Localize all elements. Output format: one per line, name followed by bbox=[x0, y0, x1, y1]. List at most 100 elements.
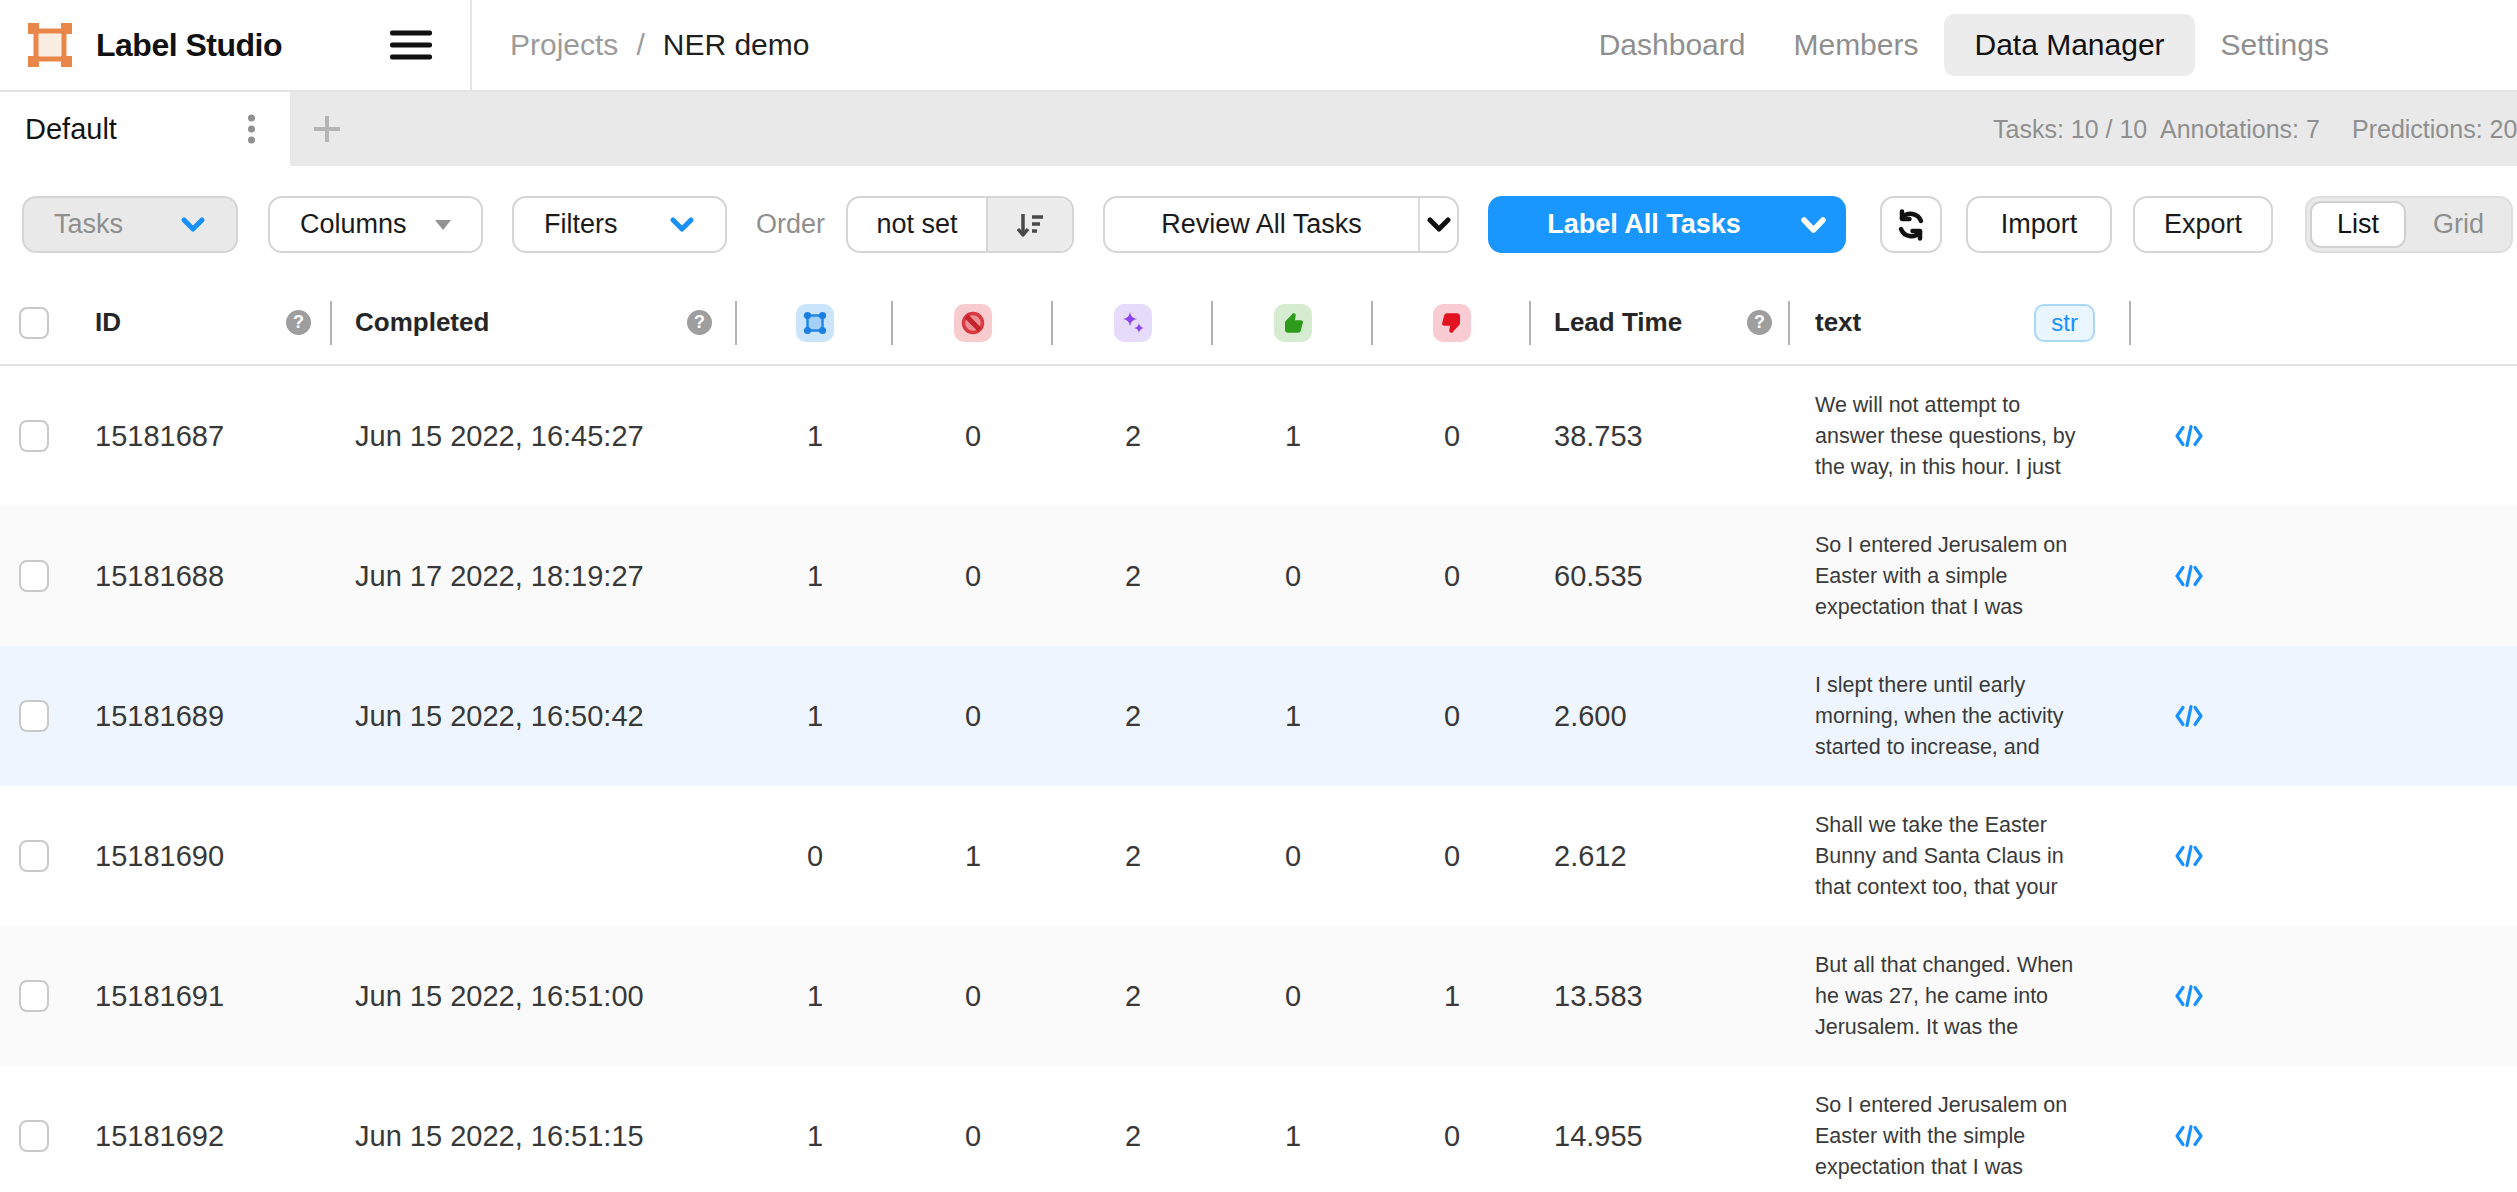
cell-predictions: 2 bbox=[1053, 840, 1213, 873]
source-code-icon[interactable] bbox=[2175, 703, 2203, 729]
filters-dropdown[interactable]: Filters bbox=[512, 196, 727, 253]
cancelled-annotations-icon bbox=[954, 304, 992, 342]
sort-direction-button[interactable] bbox=[986, 198, 1072, 251]
cell-source bbox=[2131, 1123, 2517, 1149]
view-list-button[interactable]: List bbox=[2310, 201, 2406, 248]
cell-rejected: 0 bbox=[1373, 420, 1531, 453]
view-grid-button[interactable]: Grid bbox=[2406, 198, 2511, 251]
row-checkbox[interactable] bbox=[19, 420, 49, 452]
cell-text: Shall we take the Easter Bunny and Santa… bbox=[1790, 810, 2131, 903]
cell-lead-time: 38.753 bbox=[1531, 420, 1790, 453]
stat-tasks: Tasks: 10 / 10 bbox=[1993, 115, 2147, 144]
row-checkbox[interactable] bbox=[19, 560, 49, 592]
cell-source bbox=[2131, 703, 2517, 729]
filters-dropdown-label: Filters bbox=[544, 209, 618, 240]
row-checkbox[interactable] bbox=[19, 840, 49, 872]
nav-data-manager[interactable]: Data Manager bbox=[1944, 14, 2194, 76]
stat-annotations: Annotations: 7 bbox=[2160, 115, 2320, 144]
columns-dropdown-label: Columns bbox=[300, 209, 407, 240]
help-icon[interactable]: ? bbox=[1747, 310, 1772, 335]
thumbs-down-icon bbox=[1433, 304, 1471, 342]
refresh-button[interactable] bbox=[1880, 196, 1942, 253]
cell-rejected: 0 bbox=[1373, 700, 1531, 733]
tab-stats: Tasks: 10 / 10 Annotations: 7 Prediction… bbox=[0, 92, 2517, 166]
label-all-tasks-button[interactable]: Label All Tasks bbox=[1488, 196, 1846, 253]
cell-source bbox=[2131, 843, 2517, 869]
cell-cancelled: 0 bbox=[893, 420, 1053, 453]
column-header-accepted[interactable] bbox=[1213, 281, 1373, 364]
column-header-id[interactable]: ID ? bbox=[70, 281, 332, 364]
export-label: Export bbox=[2164, 209, 2242, 240]
top-header: Label Studio Projects / NER demo Dashboa… bbox=[0, 0, 2517, 92]
nav-settings[interactable]: Settings bbox=[2197, 14, 2353, 76]
project-nav: Dashboard Members Data Manager Settings bbox=[1575, 0, 2353, 90]
chevron-down-icon bbox=[1800, 215, 1827, 235]
cell-annotations: 0 bbox=[737, 840, 893, 873]
table-row[interactable]: 15181688 Jun 17 2022, 18:19:27 1 0 2 0 0… bbox=[0, 506, 2517, 646]
label-studio-app: Label Studio Projects / NER demo Dashboa… bbox=[0, 0, 2517, 1192]
row-checkbox[interactable] bbox=[19, 700, 49, 732]
sort-descending-icon bbox=[1014, 210, 1046, 240]
table-row[interactable]: 15181692 Jun 15 2022, 16:51:15 1 0 2 1 0… bbox=[0, 1066, 2517, 1192]
breadcrumb: Projects / NER demo bbox=[510, 0, 809, 90]
cell-source bbox=[2131, 983, 2517, 1009]
cell-annotations: 1 bbox=[737, 420, 893, 453]
cell-completed: Jun 15 2022, 16:51:00 bbox=[332, 980, 737, 1013]
cell-lead-time: 60.535 bbox=[1531, 560, 1790, 593]
label-all-dropdown-toggle[interactable] bbox=[1800, 196, 1846, 253]
table-header: ID ? Completed ? bbox=[0, 281, 2517, 366]
column-header-lead-time[interactable]: Lead Time ? bbox=[1531, 281, 1790, 364]
thumbs-up-icon bbox=[1274, 304, 1312, 342]
cell-accepted: 0 bbox=[1213, 840, 1373, 873]
cell-cancelled: 0 bbox=[893, 700, 1053, 733]
table-row[interactable]: 15181690 0 1 2 0 0 2.612 Shall we take t… bbox=[0, 786, 2517, 926]
header-divider bbox=[470, 0, 472, 90]
label-studio-logo-icon bbox=[28, 23, 72, 67]
cell-predictions: 2 bbox=[1053, 420, 1213, 453]
order-label: Order bbox=[756, 208, 825, 239]
nav-dashboard[interactable]: Dashboard bbox=[1575, 14, 1770, 76]
cell-lead-time: 14.955 bbox=[1531, 1120, 1790, 1153]
menu-toggle-button[interactable] bbox=[390, 31, 432, 60]
import-label: Import bbox=[2001, 209, 2078, 240]
row-checkbox[interactable] bbox=[19, 980, 49, 1012]
help-icon[interactable]: ? bbox=[286, 310, 311, 335]
cell-lead-time: 13.583 bbox=[1531, 980, 1790, 1013]
column-header-text[interactable]: text str bbox=[1790, 281, 2131, 364]
help-icon[interactable]: ? bbox=[687, 310, 712, 335]
columns-dropdown[interactable]: Columns bbox=[268, 196, 483, 253]
source-code-icon[interactable] bbox=[2175, 423, 2203, 449]
cell-accepted: 1 bbox=[1213, 1120, 1373, 1153]
column-header-cancelled[interactable] bbox=[893, 281, 1053, 364]
source-code-icon[interactable] bbox=[2175, 983, 2203, 1009]
refresh-icon bbox=[1894, 208, 1928, 242]
review-dropdown-toggle[interactable] bbox=[1418, 198, 1457, 251]
cell-annotations: 1 bbox=[737, 1120, 893, 1153]
tasks-dropdown[interactable]: Tasks bbox=[22, 196, 238, 253]
order-dropdown[interactable]: not set bbox=[846, 196, 1074, 253]
table-row[interactable]: 15181689 Jun 15 2022, 16:50:42 1 0 2 1 0… bbox=[0, 646, 2517, 786]
row-checkbox[interactable] bbox=[19, 1120, 49, 1152]
cell-cancelled: 0 bbox=[893, 1120, 1053, 1153]
column-header-annotations[interactable] bbox=[737, 281, 893, 364]
source-code-icon[interactable] bbox=[2175, 1123, 2203, 1149]
review-all-tasks-button[interactable]: Review All Tasks bbox=[1103, 196, 1459, 253]
cell-text: We will not attempt to answer these ques… bbox=[1790, 390, 2131, 483]
column-header-completed[interactable]: Completed ? bbox=[332, 281, 737, 364]
column-header-rejected[interactable] bbox=[1373, 281, 1531, 364]
text-column-label: text bbox=[1815, 307, 1861, 338]
source-code-icon[interactable] bbox=[2175, 843, 2203, 869]
export-button[interactable]: Export bbox=[2133, 196, 2273, 253]
cell-accepted: 0 bbox=[1213, 560, 1373, 593]
nav-members[interactable]: Members bbox=[1769, 14, 1942, 76]
import-button[interactable]: Import bbox=[1966, 196, 2112, 253]
breadcrumb-projects-link[interactable]: Projects bbox=[510, 28, 618, 62]
cell-text: But all that changed. When he was 27, he… bbox=[1790, 950, 2131, 1043]
source-code-icon[interactable] bbox=[2175, 563, 2203, 589]
view-toggle: List Grid bbox=[2305, 196, 2513, 253]
breadcrumb-current: NER demo bbox=[663, 28, 810, 62]
select-all-checkbox[interactable] bbox=[19, 307, 49, 339]
table-row[interactable]: 15181687 Jun 15 2022, 16:45:27 1 0 2 1 0… bbox=[0, 366, 2517, 506]
table-row[interactable]: 15181691 Jun 15 2022, 16:51:00 1 0 2 0 1… bbox=[0, 926, 2517, 1066]
column-header-predictions[interactable] bbox=[1053, 281, 1213, 364]
